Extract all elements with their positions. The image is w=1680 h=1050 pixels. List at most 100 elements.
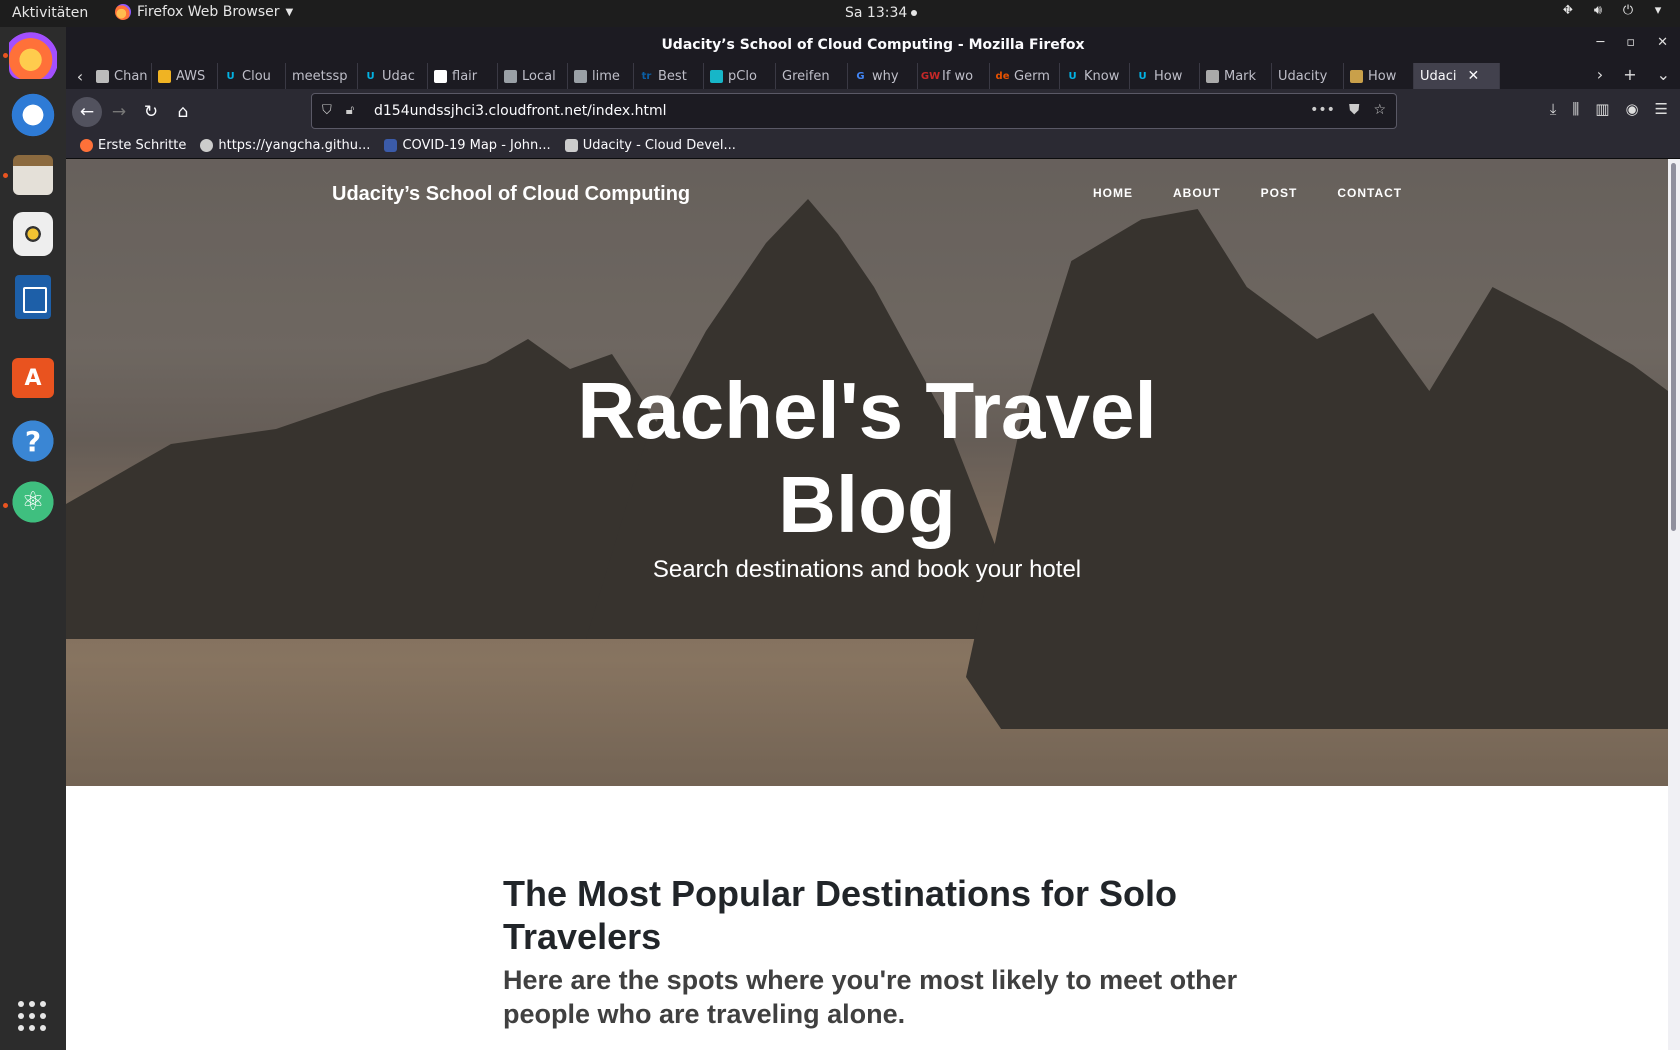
tab[interactable]: lime bbox=[568, 63, 634, 89]
running-indicator bbox=[3, 53, 8, 58]
bookmark-star-icon[interactable]: ☆ bbox=[1373, 102, 1386, 118]
page-viewport: Udacity’s School of Cloud Computing HOME… bbox=[66, 159, 1668, 1050]
thunderbird-icon[interactable] bbox=[9, 91, 57, 139]
menu-icon[interactable]: ☰ bbox=[1655, 100, 1668, 118]
close-icon[interactable]: ✕ bbox=[1657, 35, 1668, 50]
post-subtitle[interactable]: Here are the spots where you're most lik… bbox=[503, 963, 1243, 1031]
tab[interactable]: U How bbox=[1130, 63, 1200, 89]
hero-title: Rachel's Travel Blog bbox=[66, 364, 1668, 552]
hero-subtitle: Search destinations and book your hotel bbox=[652, 556, 1082, 583]
page-scrollbar[interactable] bbox=[1668, 159, 1680, 1050]
bookmark-item[interactable]: COVID-19 Map - John... bbox=[384, 138, 551, 153]
tab[interactable]: How bbox=[1344, 63, 1414, 89]
firefox-icon[interactable] bbox=[9, 31, 57, 79]
downloads-icon[interactable]: ⤓ bbox=[1550, 100, 1557, 118]
sidebar-icon[interactable]: ▥ bbox=[1595, 100, 1609, 118]
scrollbar-thumb[interactable] bbox=[1671, 163, 1676, 531]
library-icon[interactable]: ⫼ bbox=[1572, 100, 1579, 118]
minimize-icon[interactable]: ─ bbox=[1596, 35, 1604, 50]
bookmark-item[interactable]: https://yangcha.githu... bbox=[200, 138, 370, 153]
tabs: Chan AWS U Clou meetssp U Udac flair Local lime tr… bbox=[90, 63, 1500, 89]
tab[interactable]: GW If wo bbox=[918, 63, 990, 89]
tab-active[interactable]: Udaci ✕ bbox=[1414, 63, 1500, 89]
network-icon[interactable]: ⛖ bbox=[1560, 3, 1576, 19]
nav-link-home[interactable]: HOME bbox=[1093, 186, 1133, 200]
forward-button[interactable]: → bbox=[104, 97, 134, 127]
files-icon[interactable] bbox=[13, 155, 53, 195]
site-identity[interactable]: ⛉ 🔓︎ bbox=[322, 103, 354, 118]
close-tab-icon[interactable]: ✕ bbox=[1468, 68, 1480, 84]
window-titlebar[interactable]: Udacity’s School of Cloud Computing - Mo… bbox=[66, 27, 1680, 63]
tab-label: lime bbox=[592, 68, 620, 84]
post-title-link[interactable]: The Most Popular Destinations for Solo T… bbox=[503, 872, 1243, 958]
tab-favicon-icon: GW bbox=[920, 70, 941, 82]
list-all-tabs-icon[interactable]: ⌄ bbox=[1657, 65, 1670, 84]
volume-icon[interactable]: 🔊︎ bbox=[1590, 3, 1606, 19]
nav-link-contact[interactable]: CONTACT bbox=[1337, 186, 1402, 200]
tab-favicon-icon bbox=[158, 69, 171, 83]
url-actions: ••• ⛊ ☆ bbox=[1310, 102, 1386, 118]
app-menu[interactable]: Firefox Web Browser ▼ bbox=[115, 4, 293, 20]
tab[interactable]: de Germ bbox=[990, 63, 1060, 89]
tab[interactable]: Greifen bbox=[776, 63, 848, 89]
folder-icon bbox=[564, 139, 578, 152]
page-actions-icon[interactable]: ••• bbox=[1310, 102, 1335, 118]
bookmark-item[interactable]: Erste Schritte bbox=[80, 138, 186, 153]
tab[interactable]: Mark bbox=[1200, 63, 1272, 89]
atom-icon[interactable]: ⚛ bbox=[9, 478, 57, 526]
home-button[interactable]: ⌂ bbox=[168, 97, 198, 127]
system-tray[interactable]: ⛖ 🔊︎ ⏻ ▾ bbox=[1560, 3, 1666, 19]
new-tab-icon[interactable]: + bbox=[1623, 65, 1636, 84]
help-icon[interactable]: ? bbox=[9, 417, 57, 465]
tab[interactable]: U Know bbox=[1060, 63, 1130, 89]
tab[interactable]: U Udac bbox=[358, 63, 428, 89]
tab[interactable]: flair bbox=[428, 63, 498, 89]
window-title: Udacity’s School of Cloud Computing - Mo… bbox=[661, 37, 1085, 53]
tab[interactable]: Local bbox=[498, 63, 568, 89]
url-bar[interactable]: ⛉ 🔓︎ d154undssjhci3.cloudfront.net/index… bbox=[311, 93, 1397, 129]
show-apps-icon[interactable] bbox=[17, 1001, 47, 1031]
site-brand-link[interactable]: Udacity’s School of Cloud Computing bbox=[332, 183, 690, 206]
tab-favicon-icon: U bbox=[1068, 70, 1077, 82]
bookmarks-toolbar: Erste Schritte https://yangcha.githu... CO… bbox=[66, 133, 1680, 159]
back-button[interactable]: ← bbox=[72, 97, 102, 127]
tab[interactable]: Gwhy bbox=[848, 63, 918, 89]
scroll-tabs-right-icon[interactable]: › bbox=[1597, 65, 1603, 84]
power-icon[interactable]: ⏻ bbox=[1620, 3, 1636, 19]
tab-label: Chan bbox=[114, 68, 148, 84]
tab-label: Greifen bbox=[782, 68, 830, 84]
url-text[interactable]: d154undssjhci3.cloudfront.net/index.html bbox=[374, 103, 667, 119]
bookmark-item[interactable]: Udacity - Cloud Devel... bbox=[564, 138, 736, 153]
tab[interactable]: Chan bbox=[90, 63, 152, 89]
running-indicator bbox=[3, 503, 8, 508]
tab[interactable]: U Clou bbox=[218, 63, 286, 89]
chevron-down-icon[interactable]: ▾ bbox=[1650, 3, 1666, 19]
tab[interactable]: AWS bbox=[152, 63, 218, 89]
clock[interactable]: Sa 13:34 bbox=[845, 5, 918, 21]
writer-icon[interactable] bbox=[15, 275, 51, 319]
pocket-icon[interactable]: ⛊ bbox=[1349, 102, 1360, 118]
maximize-icon[interactable]: ▫ bbox=[1626, 35, 1635, 50]
nav-link-about[interactable]: ABOUT bbox=[1173, 186, 1221, 200]
tracking-shield-icon[interactable]: ⛉ bbox=[322, 103, 332, 118]
tab-favicon-icon: U bbox=[226, 70, 235, 82]
tab-favicon-icon bbox=[710, 69, 723, 83]
reload-button[interactable]: ↻ bbox=[136, 97, 166, 127]
tab[interactable]: pClo bbox=[704, 63, 776, 89]
tab[interactable]: meetssp bbox=[286, 63, 358, 89]
activities-button[interactable]: Aktivitäten bbox=[12, 5, 88, 21]
nav-link-post[interactable]: POST bbox=[1261, 186, 1298, 200]
rhythmbox-icon[interactable] bbox=[13, 212, 53, 256]
bookmark-label: Udacity - Cloud Devel... bbox=[582, 138, 736, 153]
scroll-tabs-left-icon[interactable]: ‹ bbox=[70, 67, 90, 86]
tab-label: flair bbox=[452, 68, 478, 84]
notification-dot-icon bbox=[911, 10, 918, 16]
software-center-icon[interactable]: A bbox=[12, 358, 54, 398]
system-top-bar: Aktivitäten Firefox Web Browser ▼ Sa 13:… bbox=[0, 0, 1680, 27]
tab-label: AWS bbox=[176, 68, 206, 84]
insecure-lock-icon[interactable]: 🔓︎ bbox=[346, 103, 354, 118]
tab[interactable]: Udacity bbox=[1272, 63, 1344, 89]
shield-icon bbox=[384, 139, 398, 152]
account-icon[interactable]: ◉ bbox=[1625, 100, 1638, 118]
tab[interactable]: tr Best bbox=[634, 63, 704, 89]
